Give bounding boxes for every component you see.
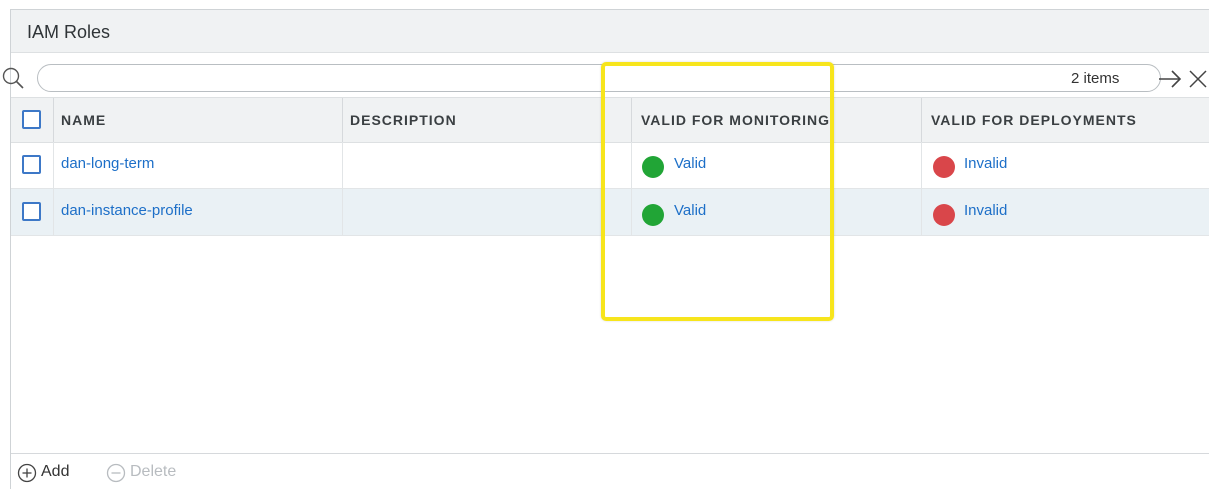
close-icon[interactable] [1187,68,1209,90]
column-header-name[interactable]: NAME [61,112,106,128]
cell-divider [53,189,54,235]
item-count: 2 items [1071,70,1120,87]
arrow-right-icon[interactable] [1157,68,1183,90]
panel-title: IAM Roles [27,22,111,42]
row-checkbox[interactable] [22,202,41,221]
invalid-status-icon [933,204,955,226]
panel-footer: Add Delete [11,453,1209,491]
column-divider [53,98,54,142]
row-checkbox[interactable] [22,155,41,174]
deployment-status-link[interactable]: Invalid [964,155,1007,172]
highlight-annotation-box [601,62,834,321]
deployment-status-link[interactable]: Invalid [964,202,1007,219]
cell-divider [342,189,343,235]
add-button-label: Add [41,463,70,480]
column-divider [921,98,922,142]
delete-button-label: Delete [130,463,177,480]
cell-divider [921,189,922,235]
invalid-status-icon [933,156,955,178]
cell-divider [342,142,343,188]
role-name-link[interactable]: dan-instance-profile [61,202,193,219]
column-header-valid-deployments[interactable]: VALID FOR DEPLOYMENTS [931,112,1137,128]
search-icon[interactable] [1,66,25,90]
role-name-link[interactable]: dan-long-term [61,155,154,172]
panel-header: IAM Roles [11,10,1209,53]
plus-circle-icon [17,463,37,483]
column-divider [342,98,343,142]
minus-circle-icon [106,463,126,483]
cell-divider [921,142,922,188]
select-all-checkbox[interactable] [22,110,41,129]
column-header-description[interactable]: DESCRIPTION [350,112,457,128]
search-input[interactable] [37,64,1161,92]
cell-divider [53,142,54,188]
